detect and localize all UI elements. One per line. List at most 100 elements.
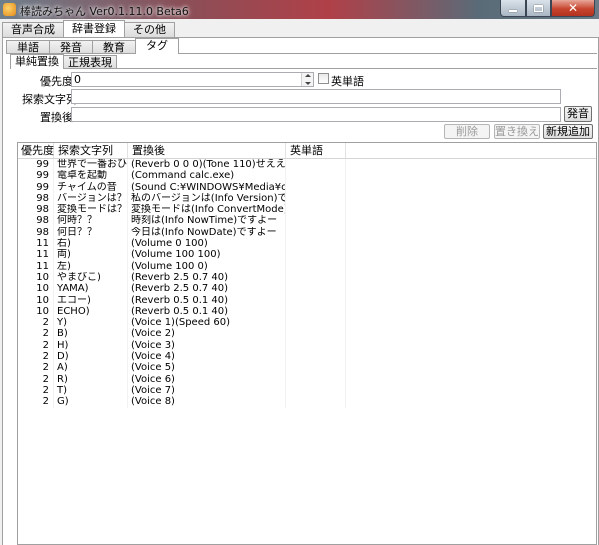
replacement-cell: (Voice 5): [128, 362, 286, 374]
replacement-cell: 今日は(Info NowDate)ですよー: [128, 226, 286, 239]
empty-cell: [346, 159, 596, 170]
table-row[interactable]: 2 A) (Voice 5): [18, 362, 596, 374]
english-word-cell: [286, 181, 346, 193]
replacement-cell: (Reverb 0.5 0.1 40): [128, 294, 286, 306]
search-string-input[interactable]: [71, 89, 561, 104]
search-string-label: 探索文字列: [22, 93, 77, 106]
priority-cell: 10: [18, 294, 54, 306]
priority-cell: 2: [18, 328, 54, 340]
tab-speech-synthesis[interactable]: 音声合成: [2, 22, 64, 37]
search-string-cell: チャイムの音: [54, 181, 128, 193]
table-row[interactable]: 10 YAMA) (Reverb 2.5 0.7 40): [18, 283, 596, 295]
tab-pronunciation[interactable]: 発音: [49, 40, 93, 54]
table-row[interactable]: 99チャイムの音(Sound C:¥WINDOWS¥Media¥chimes.w…: [18, 181, 596, 193]
search-string-cell: A): [54, 362, 128, 374]
tab-dictionary[interactable]: 辞書登録: [63, 20, 125, 37]
dictionary-table[interactable]: 優先度 探索文字列 置換後 英単語 99世界で一番おひ…(Reverb 0 0 …: [17, 142, 597, 545]
empty-cell: [346, 374, 596, 385]
title-bar[interactable]: 棒読みちゃん Ver0.1.11.0 Beta6 ✕: [0, 0, 599, 19]
table-row[interactable]: 2 R) (Voice 6): [18, 373, 596, 385]
replacement-cell: (Command calc.exe): [128, 170, 286, 182]
replacement-cell: (Voice 1)(Speed 60): [128, 317, 286, 329]
priority-stepper[interactable]: 0: [71, 72, 314, 87]
minimize-icon: [509, 10, 517, 12]
table-body: 99世界で一番おひ…(Reverb 0 0 0)(Tone 110)せえええええ…: [18, 159, 596, 408]
add-new-button[interactable]: 新規追加: [543, 124, 593, 139]
english-word-cell: [286, 317, 346, 329]
replacement-cell: (Reverb 2.5 0.7 40): [128, 283, 286, 295]
table-row[interactable]: 11 両) (Volume 100 100): [18, 249, 596, 261]
priority-cell: 99: [18, 170, 54, 182]
english-word-cell: [286, 215, 346, 227]
overwrite-button[interactable]: 置き換え: [494, 124, 540, 139]
minimize-button[interactable]: [500, 0, 526, 17]
empty-cell: [346, 306, 596, 317]
table-row[interactable]: 99世界で一番おひ…(Reverb 0 0 0)(Tone 110)せえええええ…: [18, 159, 596, 171]
search-string-cell: 電卓を起動: [54, 170, 128, 182]
maximize-button[interactable]: [526, 0, 551, 17]
table-row[interactable]: 98変換モードは？？変換モードは(Info ConvertMode)ですよー: [18, 204, 596, 216]
english-word-cell: [286, 226, 346, 239]
tab-tags[interactable]: タグ: [135, 38, 179, 54]
column-header-search-string[interactable]: 探索文字列: [54, 143, 128, 158]
table-row[interactable]: 2 H) (Voice 3): [18, 339, 596, 352]
table-row[interactable]: 2 Y) (Voice 1)(Speed 60): [18, 317, 596, 329]
replacement-cell: (Volume 100 0): [128, 260, 286, 272]
empty-cell: [346, 193, 596, 204]
replacement-cell: (Volume 100 100): [128, 249, 286, 261]
empty-cell: [346, 351, 596, 362]
table-row[interactable]: 11 左) (Volume 100 0): [18, 260, 596, 272]
column-header-replacement[interactable]: 置換後: [128, 143, 286, 158]
table-row[interactable]: 2 D) (Voice 4): [18, 351, 596, 363]
english-word-cell: [286, 283, 346, 295]
tab-education[interactable]: 教育: [92, 40, 136, 54]
mode-tab-divider: [10, 68, 597, 69]
replace-input[interactable]: [71, 107, 561, 122]
table-row[interactable]: 98 何時？？ 時刻は(Info NowTime)ですよー: [18, 215, 596, 227]
english-word-cell: [286, 294, 346, 306]
tab-simple-replace[interactable]: 単純置換: [10, 54, 64, 69]
empty-cell: [346, 272, 596, 283]
priority-label: 優先度: [40, 75, 73, 88]
tab-other[interactable]: その他: [124, 22, 175, 37]
close-button[interactable]: ✕: [551, 0, 595, 17]
speak-button[interactable]: 発音: [564, 106, 592, 122]
empty-cell: [346, 204, 596, 215]
search-string-cell: 世界で一番おひ…: [54, 159, 128, 171]
table-row[interactable]: 11 右) (Volume 0 100): [18, 238, 596, 250]
search-string-cell: エコー): [54, 294, 128, 306]
search-string-cell: G): [54, 396, 128, 408]
table-row[interactable]: 10 やまびこ) (Reverb 2.5 0.7 40): [18, 271, 596, 284]
english-word-cell: [286, 362, 346, 374]
priority-cell: 99: [18, 159, 54, 171]
english-word-cell: [286, 339, 346, 352]
table-row[interactable]: 99 電卓を起動 (Command calc.exe): [18, 170, 596, 182]
table-row[interactable]: 10 ECHO) (Reverb 0.5 0.1 40): [18, 305, 596, 318]
delete-button[interactable]: 削除: [444, 124, 490, 139]
table-row[interactable]: 2 G) (Voice 8): [18, 396, 596, 408]
table-row[interactable]: 98バージョンは？？私のバージョンは(Info Version)ですよー: [18, 192, 596, 205]
empty-cell: [346, 227, 596, 238]
priority-cell: 2: [18, 396, 54, 408]
tab-words[interactable]: 単語: [6, 40, 50, 54]
priority-cell: 11: [18, 249, 54, 261]
column-header-english-word[interactable]: 英単語: [286, 143, 346, 158]
empty-cell: [346, 317, 596, 328]
replacement-cell: (Reverb 2.5 0.7 40): [128, 271, 286, 284]
tab-regex[interactable]: 正規表現: [63, 55, 117, 69]
search-string-cell: バージョンは？？: [54, 192, 128, 205]
search-string-cell: B): [54, 328, 128, 340]
english-word-checkbox[interactable]: [318, 73, 329, 84]
english-word-cell: [286, 384, 346, 397]
search-string-cell: 変換モードは？？: [54, 204, 128, 216]
replacement-cell: 私のバージョンは(Info Version)ですよー: [128, 192, 286, 205]
table-row[interactable]: 98 何日？？ 今日は(Info NowDate)ですよー: [18, 226, 596, 239]
table-row[interactable]: 10 エコー) (Reverb 0.5 0.1 40): [18, 294, 596, 306]
table-row[interactable]: 2 B) (Voice 2): [18, 328, 596, 340]
english-word-cell: [286, 159, 346, 171]
spinner-arrows-icon[interactable]: [301, 73, 313, 86]
table-row[interactable]: 2 T) (Voice 7): [18, 384, 596, 397]
column-header-priority[interactable]: 優先度: [18, 143, 54, 158]
priority-cell: 10: [18, 305, 54, 318]
replacement-cell: (Reverb 0.5 0.1 40): [128, 305, 286, 318]
